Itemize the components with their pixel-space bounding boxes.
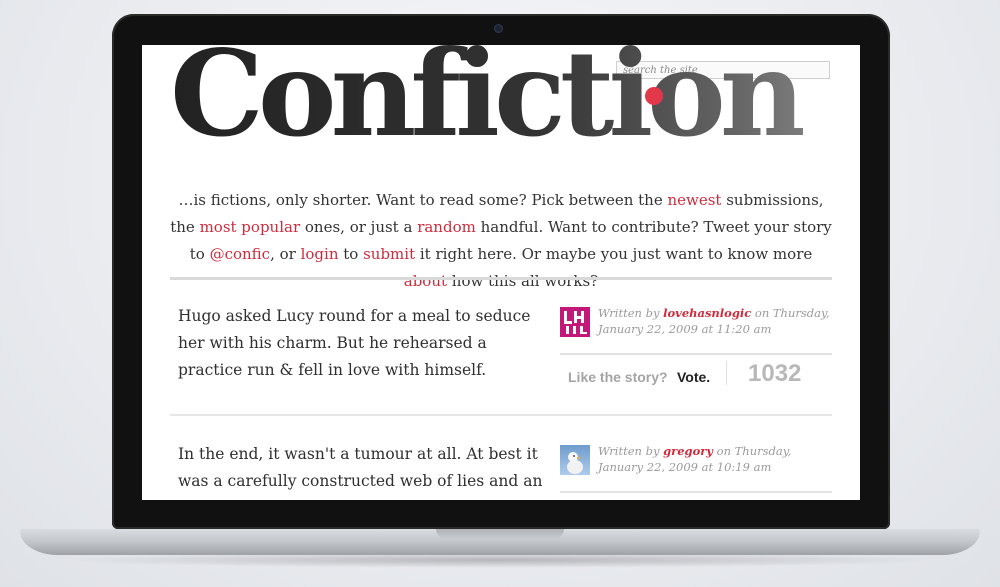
vote-count: 1032: [748, 360, 802, 387]
vote-prompt: Like the story?: [568, 369, 668, 385]
byline-prefix: Written by: [598, 444, 664, 458]
intro-text: how this all works?: [447, 272, 599, 290]
webcam-icon: [494, 24, 503, 33]
meta-divider: [560, 491, 832, 493]
intro-text: ones, or just a: [300, 218, 418, 236]
intro-text: …is fictions, only shorter. Want to read…: [178, 191, 668, 209]
laptop-screen: Confiction …is fictions, only shorter. W…: [142, 45, 860, 500]
header-divider: [170, 277, 832, 280]
author-link[interactable]: gregory: [663, 444, 713, 458]
intro-text: it right here. Or maybe you just want to…: [415, 245, 813, 263]
logo-dot-icon: [645, 87, 663, 105]
laptop-lid: Confiction …is fictions, only shorter. W…: [112, 14, 890, 529]
story-text: In the end, it wasn't a tumour at all. A…: [178, 445, 543, 500]
about-link[interactable]: about: [404, 272, 447, 290]
vote-row: Like the story? Vote. 1032: [560, 355, 832, 399]
random-link[interactable]: random: [417, 218, 476, 236]
laptop-base: [20, 529, 980, 555]
byline: Written by lovehasnlogic on Thursday, Ja…: [598, 305, 832, 337]
most-popular-link[interactable]: most popular: [200, 218, 301, 236]
author-avatar[interactable]: [560, 307, 590, 337]
vote-separator: [726, 361, 727, 385]
byline-prefix: Written by: [598, 306, 664, 320]
author-link[interactable]: lovehasnlogic: [663, 306, 751, 320]
login-link[interactable]: login: [301, 245, 339, 263]
newest-link[interactable]: newest: [667, 191, 721, 209]
story-item: Hugo asked Lucy round for a meal to sedu…: [170, 303, 832, 415]
twitter-link[interactable]: @confic: [210, 245, 271, 263]
story-item: In the end, it wasn't a tumour at all. A…: [170, 441, 832, 500]
laptop-notch: [436, 529, 564, 539]
story-text: Hugo asked Lucy round for a meal to sedu…: [178, 307, 531, 379]
byline: Written by gregory on Thursday, January …: [598, 443, 832, 475]
submit-link[interactable]: submit: [363, 245, 415, 263]
author-avatar[interactable]: [560, 445, 590, 475]
site-logo[interactable]: Confiction: [170, 45, 840, 153]
intro-text: , or: [270, 245, 301, 263]
story-divider: [170, 414, 832, 416]
intro-text: to: [338, 245, 364, 263]
vote-button[interactable]: Vote.: [677, 369, 710, 385]
